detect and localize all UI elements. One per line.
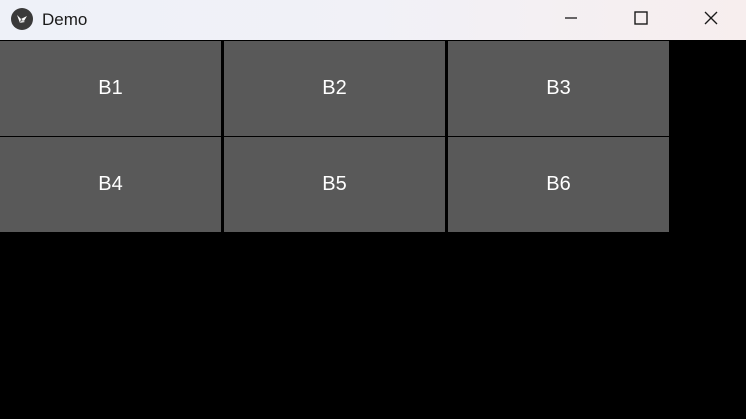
close-icon (703, 10, 719, 31)
app-window: Demo B1 B2 B3 B4 B5 B6 (0, 0, 746, 419)
grid-button-b1[interactable]: B1 (0, 41, 221, 136)
window-title: Demo (42, 10, 88, 29)
maximize-icon (633, 10, 649, 31)
title-bar[interactable]: Demo (0, 0, 746, 40)
grid-button-b5[interactable]: B5 (224, 137, 445, 232)
grid-button-b4[interactable]: B4 (0, 137, 221, 232)
grid-button-b6[interactable]: B6 (448, 137, 669, 232)
grid-button-b2[interactable]: B2 (224, 41, 445, 136)
kivy-logo-icon (11, 8, 33, 30)
grid-button-b3[interactable]: B3 (448, 41, 669, 136)
minimize-icon (563, 10, 579, 31)
minimize-button[interactable] (548, 0, 594, 40)
maximize-button[interactable] (618, 0, 664, 40)
close-button[interactable] (688, 0, 734, 40)
button-grid: B1 B2 B3 B4 B5 B6 (0, 40, 670, 232)
